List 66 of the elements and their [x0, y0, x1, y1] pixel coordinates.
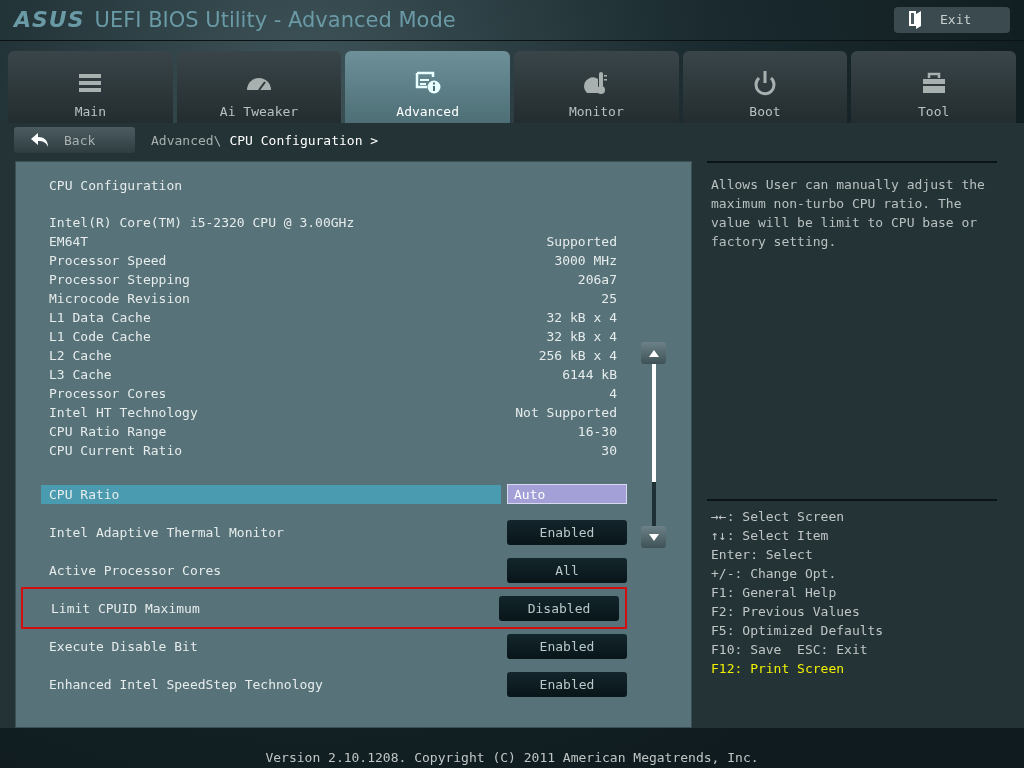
key-hint: →←: Select Screen [711, 508, 846, 527]
info-label: L1 Code Cache [49, 328, 151, 347]
key-hint: Enter: Select [711, 546, 814, 565]
info-value: 6144 kB [562, 366, 617, 385]
info-label: Processor Stepping [49, 271, 190, 290]
info-label: L3 Cache [49, 366, 112, 385]
menu-tab[interactable]: Ai Tweaker [176, 50, 342, 123]
scroll-down-button[interactable] [641, 526, 666, 549]
menu-tab[interactable]: Boot [682, 50, 848, 123]
setting-label[interactable]: Execute Disable Bit [41, 636, 501, 656]
key-hint: ↑↓: Select Item [711, 527, 830, 546]
option-dropdown[interactable]: Enabled [507, 633, 627, 659]
info-label: EM64T [49, 233, 89, 252]
info-value: 32 kB x 4 [546, 328, 617, 347]
setting-label[interactable]: Enhanced Intel SpeedStep Technology [41, 674, 501, 694]
breadcrumb-current: CPU Configuration > [229, 132, 379, 148]
info-value: 25 [601, 290, 617, 309]
brand-logo: ASUS [14, 7, 85, 33]
info-value: 16-30 [577, 423, 617, 442]
window-title: UEFI BIOS Utility - Advanced Mode [94, 7, 456, 32]
setting-label[interactable]: Limit CPUID Maximum [43, 598, 493, 618]
menu-tab[interactable]: Main [8, 50, 173, 123]
door-icon [908, 9, 922, 30]
down-arrow-icon [648, 533, 659, 541]
key-hint: F1: General Help [711, 584, 838, 603]
key-hint: +/-: Change Opt. [711, 565, 838, 584]
section-title: CPU Configuration [49, 177, 184, 196]
info-label: Microcode Revision [49, 290, 190, 309]
up-arrow-icon [648, 349, 659, 357]
back-button[interactable]: Back [14, 127, 135, 154]
info-value: Not Supported [515, 404, 617, 423]
help-text: Allows User can manually adjust the maximum non-turbo CPU ratio. The value will be limit to CPU base or factory setting. [707, 161, 997, 486]
menu-tab[interactable]: Monitor [514, 50, 679, 123]
info-label: CPU Ratio Range [49, 423, 167, 442]
info-label: L1 Data Cache [49, 309, 151, 328]
menu-tab[interactable]: Advanced [345, 50, 510, 123]
info-value: Supported [546, 233, 617, 252]
back-arrow-icon [30, 132, 50, 149]
processor-name: Intel(R) Core(TM) i5-2320 CPU @ 3.00GHz [49, 214, 356, 233]
setting-label[interactable]: Active Processor Cores [41, 560, 501, 580]
info-label: Intel HT Technology [49, 404, 198, 423]
info-label: CPU Current Ratio [49, 442, 183, 461]
version-text: Version 2.10.1208. Copyright (C) 2011 American Megatrends, Inc. [264, 749, 760, 767]
info-label: Processor Cores [49, 385, 167, 404]
key-hint: F2: Previous Values [711, 603, 861, 622]
option-dropdown[interactable]: Enabled [507, 671, 627, 697]
key-hint: F10: Save ESC: Exit [711, 641, 869, 660]
info-value: 206a7 [577, 271, 617, 290]
info-value: 4 [609, 385, 617, 404]
info-label: L2 Cache [49, 347, 112, 366]
info-label: Processor Speed [49, 252, 167, 271]
setting-label[interactable]: Intel Adaptive Thermal Monitor [41, 522, 501, 542]
option-dropdown[interactable]: Disabled [499, 595, 619, 621]
info-value: 3000 MHz [554, 252, 617, 271]
info-value: 32 kB x 4 [546, 309, 617, 328]
info-value: 30 [601, 442, 617, 461]
exit-button[interactable]: Exit [894, 6, 1010, 33]
menu-tab[interactable]: Tool [851, 50, 1017, 123]
key-hint: F12: Print Screen [711, 660, 846, 679]
option-dropdown[interactable]: Enabled [507, 519, 627, 545]
scrollbar-thumb[interactable] [651, 364, 656, 483]
breadcrumb-link[interactable]: Advanced\ [151, 132, 222, 148]
scroll-up-button[interactable] [641, 342, 666, 365]
option-dropdown[interactable]: All [507, 557, 627, 583]
key-hint: F5: Optimized Defaults [711, 622, 885, 641]
info-value: 256 kB x 4 [538, 347, 617, 366]
